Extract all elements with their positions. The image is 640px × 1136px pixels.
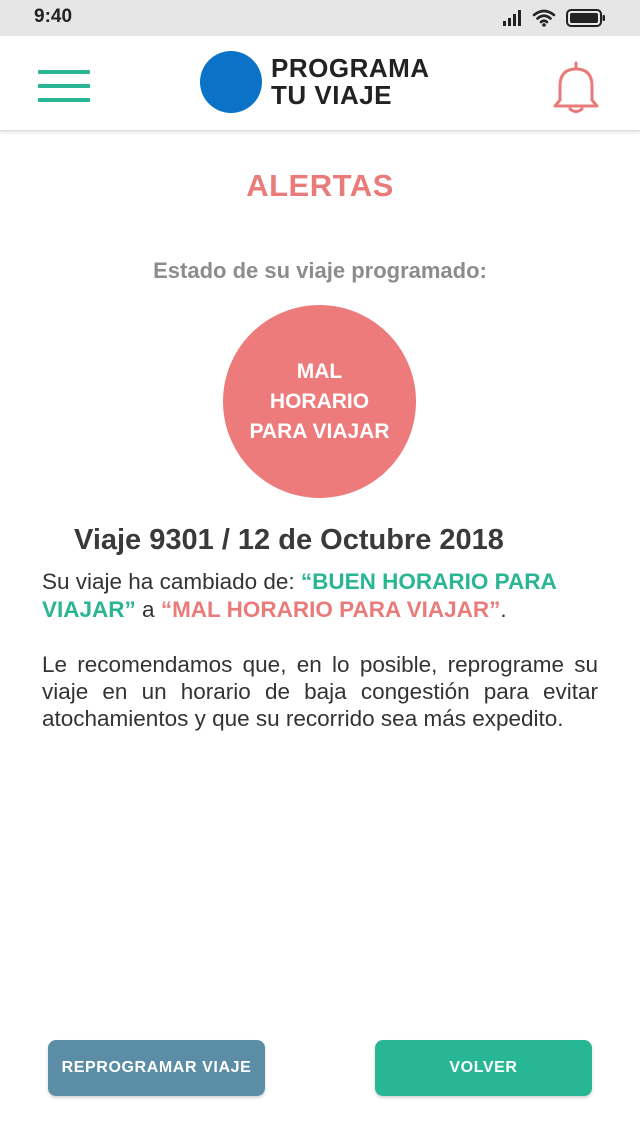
logo-text: PROGRAMA TU VIAJE [271,55,430,109]
logo-line-1: PROGRAMA [271,53,430,83]
app-logo: PROGRAMA TU VIAJE [200,50,430,114]
app-header: PROGRAMA TU VIAJE [0,36,640,131]
trip-state-label: Estado de su viaje programado: [153,258,487,283]
hamburger-menu-icon[interactable] [38,70,90,102]
wifi-icon [532,9,556,27]
blue-circle-logo [200,51,262,113]
status-time: 9:40 [34,6,73,27]
battery-icon [566,9,605,27]
reprogram-trip-button[interactable]: REPROGRAMAR VIAJE [48,1040,265,1096]
change-prefix: Su viaje ha cambiado de: [42,569,301,594]
logo-line-2: TU VIAJE [271,80,393,110]
back-button[interactable]: VOLVER [375,1040,592,1096]
recommendation-message: Le recomendamos que, en lo posible, repr… [42,652,598,731]
trip-state-value: MAL HORARIO PARA VIAJAR [249,359,390,443]
trip-heading: Viaje 9301 / 12 de Octubre 2018 [74,524,504,556]
bell-icon[interactable] [552,60,600,114]
trip-change-message: Su viaje ha cambiado de: “BUEN HORARIO P… [42,568,598,624]
status-bar: 9:40 [0,0,640,36]
trip-state-badge: MAL HORARIO PARA VIAJAR [223,305,416,498]
change-suffix: . [500,597,507,622]
change-to-state: “MAL HORARIO PARA VIAJAR” [160,597,501,622]
cellular-signal-icon [503,10,521,26]
page-title: ALERTAS [246,168,394,203]
change-connector: a [135,597,161,622]
status-icons [502,8,606,28]
